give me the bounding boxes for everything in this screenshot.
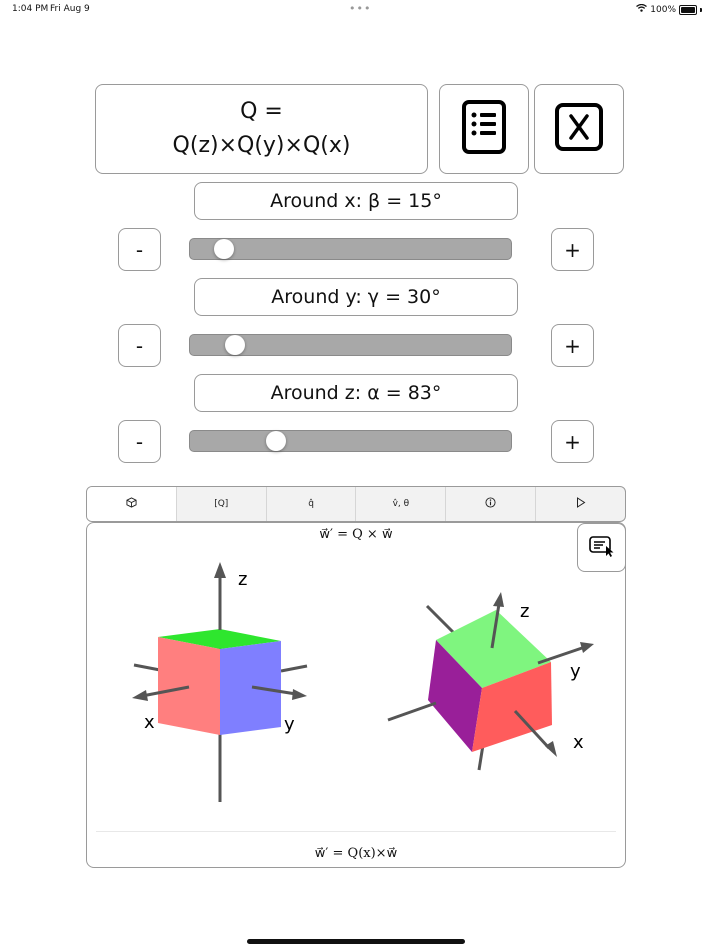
tab-play[interactable] bbox=[535, 487, 625, 521]
tab-matrix[interactable]: [Q] bbox=[175, 487, 266, 521]
home-indicator[interactable] bbox=[247, 939, 465, 944]
info-icon bbox=[485, 497, 496, 511]
right-z-arrowhead bbox=[493, 592, 504, 607]
left-y-label: y bbox=[284, 714, 295, 735]
panel-divider bbox=[96, 831, 616, 832]
right-y-arrowhead bbox=[580, 642, 594, 653]
left-z-label: z bbox=[238, 569, 247, 590]
play-icon bbox=[576, 497, 586, 511]
slider-x-thumb[interactable] bbox=[213, 239, 234, 259]
right-z-label: z bbox=[520, 601, 529, 622]
status-time: 1:04 PM bbox=[12, 4, 49, 14]
left-x-label: x bbox=[144, 712, 155, 733]
original-cube-scene: z x y bbox=[132, 562, 308, 802]
increment-z-button[interactable]: + bbox=[551, 420, 594, 463]
status-date: Fri Aug 9 bbox=[50, 4, 90, 14]
left-x-arrowhead bbox=[132, 690, 148, 701]
left-z-arrowhead bbox=[214, 562, 226, 578]
slider-x[interactable] bbox=[189, 238, 512, 260]
left-cube-right-face bbox=[220, 641, 281, 735]
bottom-formula: w⃗′ = Q(x)×w⃗ bbox=[314, 846, 398, 861]
slider-y-thumb[interactable] bbox=[225, 335, 246, 355]
left-axis-back-stub-left bbox=[133, 663, 161, 672]
slider-z-thumb[interactable] bbox=[265, 431, 286, 451]
right-y-label: y bbox=[570, 661, 581, 682]
cube-icon bbox=[126, 497, 137, 511]
battery-icon bbox=[679, 4, 697, 15]
formula-line-2: Q(z)×Q(y)×Q(x) bbox=[172, 133, 351, 158]
battery-percent: 100% bbox=[650, 4, 676, 15]
top-formula: w⃗′ = Q × w⃗ bbox=[319, 527, 393, 542]
close-icon bbox=[554, 102, 604, 156]
list-button[interactable] bbox=[439, 84, 529, 174]
decrement-x-button[interactable]: - bbox=[118, 228, 161, 271]
slider-z[interactable] bbox=[189, 430, 512, 452]
rotated-cube-scene: z y x bbox=[387, 592, 594, 771]
slider-y[interactable] bbox=[189, 334, 512, 356]
tab-quaternion[interactable]: q̂ bbox=[265, 487, 356, 521]
decrement-z-button[interactable]: - bbox=[118, 420, 161, 463]
right-x-label: x bbox=[573, 732, 584, 753]
tab-axis-angle[interactable]: v̂, θ bbox=[355, 487, 445, 521]
label-around-z: Around z: α = 83° bbox=[194, 374, 518, 412]
left-axis-back-stub-right bbox=[280, 664, 308, 673]
segmented-tab-bar: [Q] q̂ v̂, θ bbox=[86, 486, 626, 522]
label-around-x: Around x: β = 15° bbox=[194, 182, 518, 220]
formula-line-1: Q = bbox=[240, 99, 283, 124]
multitask-dots[interactable]: ••• bbox=[349, 2, 371, 15]
text-cursor-icon bbox=[588, 535, 615, 561]
increment-y-button[interactable]: + bbox=[551, 324, 594, 367]
tab-cube[interactable] bbox=[87, 487, 176, 521]
left-cube-left-face bbox=[158, 637, 220, 735]
increment-x-button[interactable]: + bbox=[551, 228, 594, 271]
status-battery: 100% bbox=[636, 3, 702, 15]
wifi-icon bbox=[636, 3, 648, 15]
decrement-y-button[interactable]: - bbox=[118, 324, 161, 367]
label-around-y: Around y: γ = 30° bbox=[194, 278, 518, 316]
list-icon bbox=[461, 99, 507, 159]
left-y-arrowhead bbox=[292, 689, 307, 700]
right-axis-front-stub-left bbox=[387, 701, 437, 722]
tab-info[interactable] bbox=[445, 487, 535, 521]
rotation-formula-display: Q = Q(z)×Q(y)×Q(x) bbox=[95, 84, 428, 174]
right-axis-back-stub-top bbox=[425, 604, 458, 637]
close-button[interactable] bbox=[534, 84, 624, 174]
